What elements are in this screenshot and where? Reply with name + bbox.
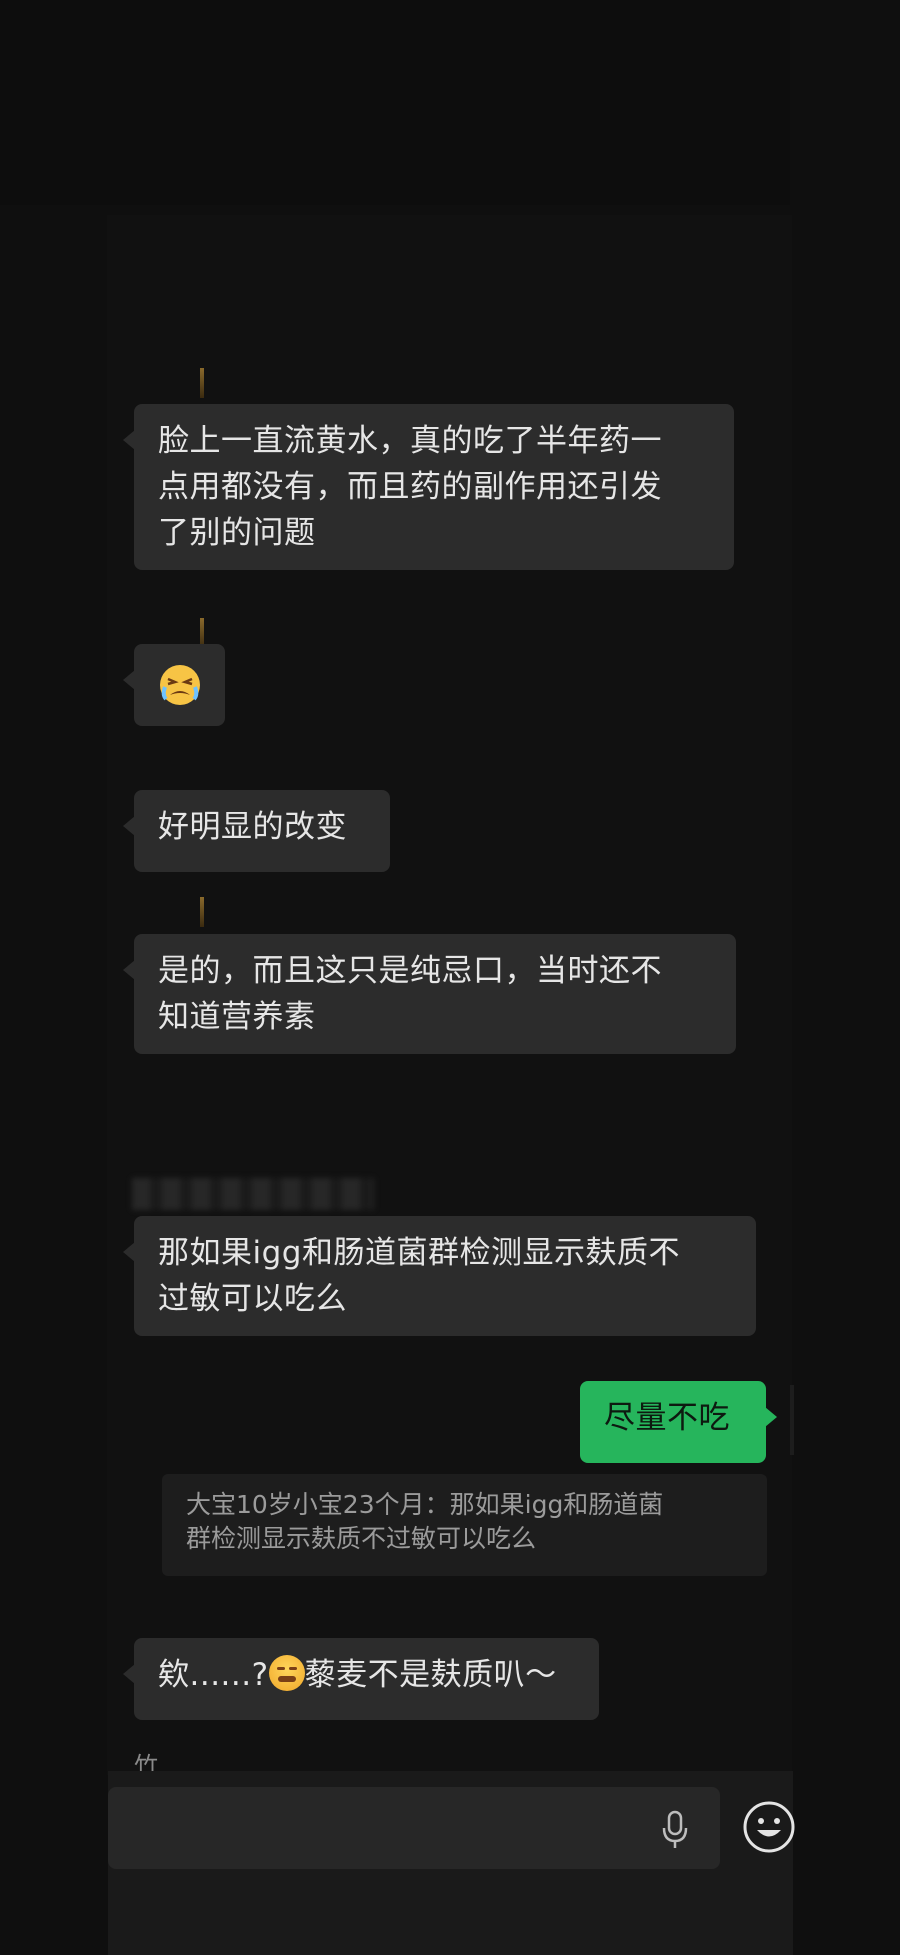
message-bubble[interactable]: 欸......? 藜麦不是麸质叭～ bbox=[123, 1638, 599, 1720]
message-text-start: 欸......? bbox=[158, 1657, 269, 1693]
quote-line: 大宝10岁小宝23个月：那如果igg和肠道菌 bbox=[186, 1490, 664, 1519]
message-bubble[interactable]: 那如果igg和肠道菌群检测显示麸质不 过敏可以吃么 bbox=[123, 1216, 756, 1336]
message-bubble[interactable]: 是的，而且这只是纯忌口，当时还不 知道营养素 bbox=[123, 934, 736, 1054]
message-line: 那如果igg和肠道菌群检测显示麸质不 bbox=[158, 1235, 680, 1271]
message-line: 了别的问题 bbox=[158, 515, 316, 551]
message-bubble-emoji[interactable] bbox=[123, 644, 225, 726]
smiley-icon[interactable] bbox=[741, 1799, 797, 1855]
avatar[interactable] bbox=[200, 368, 204, 398]
shushing-face-icon bbox=[268, 1655, 305, 1691]
message-text: 好明显的改变 bbox=[158, 809, 347, 845]
message-line: 过敏可以吃么 bbox=[158, 1281, 347, 1317]
message-line: 知道营养素 bbox=[158, 999, 316, 1035]
blurred-sender-name bbox=[132, 1178, 374, 1210]
my-message-bubble[interactable]: 尽量不吃 bbox=[580, 1381, 777, 1463]
top-dark-area bbox=[0, 0, 790, 205]
message-line: 脸上一直流黄水，真的吃了半年药一 bbox=[158, 423, 662, 459]
message-bubble[interactable]: 好明显的改变 bbox=[123, 790, 390, 872]
quote-line: 群检测显示麸质不过敏可以吃么 bbox=[186, 1524, 537, 1553]
message-line: 点用都没有，而且药的副作用还引发 bbox=[158, 469, 662, 505]
microphone-icon[interactable] bbox=[659, 1808, 691, 1852]
quoted-message[interactable]: 大宝10岁小宝23个月：那如果igg和肠道菌 群检测显示麸质不过敏可以吃么 bbox=[162, 1474, 767, 1576]
chat-screen: 脸上一直流黄水，真的吃了半年药一 点用都没有，而且药的副作用还引发 了别的问题 … bbox=[0, 0, 900, 1955]
message-bubble[interactable]: 脸上一直流黄水，真的吃了半年药一 点用都没有，而且药的副作用还引发 了别的问题 bbox=[123, 404, 734, 570]
message-text: 尽量不吃 bbox=[604, 1400, 730, 1436]
avatar[interactable] bbox=[200, 897, 204, 927]
my-avatar-edge[interactable] bbox=[790, 1385, 794, 1455]
crying-face-icon bbox=[160, 665, 200, 705]
message-input[interactable] bbox=[108, 1787, 720, 1869]
message-text-end: 藜麦不是麸质叭～ bbox=[304, 1657, 557, 1693]
message-line: 是的，而且这只是纯忌口，当时还不 bbox=[158, 953, 662, 989]
